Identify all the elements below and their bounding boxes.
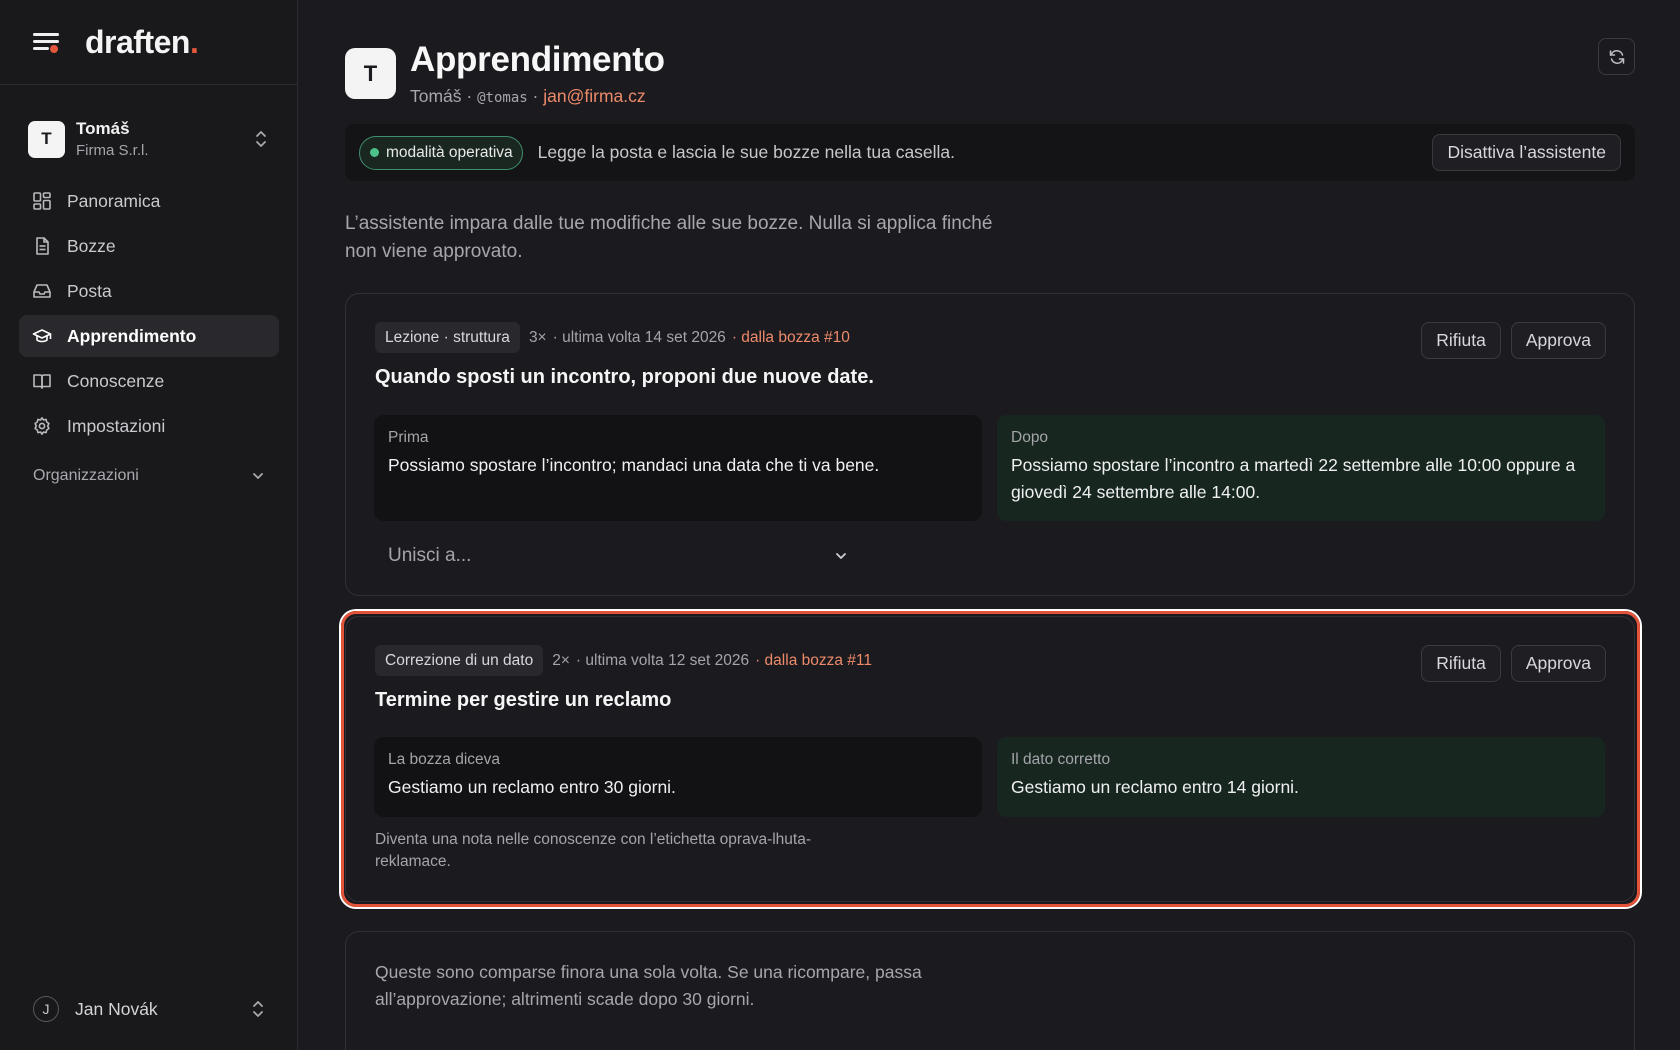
document-icon — [36, 237, 49, 255]
reject-button[interactable]: Rifiuta — [1421, 322, 1501, 359]
page-subtitle: Tomáš · @tomas · jan@firma.cz — [410, 86, 646, 106]
before-panel: Prima Possiamo spostare l’incontro; mand… — [374, 415, 982, 521]
sidebar-item-label: Posta — [67, 280, 112, 301]
occurrence-count: 2× — [552, 651, 570, 669]
fact-title: Termine per gestire un reclamo — [375, 689, 672, 711]
chevron-down-icon — [253, 473, 263, 479]
sidebar-item-conoscenze[interactable]: Conoscenze — [19, 360, 279, 402]
account-name: Tomáš — [76, 119, 130, 138]
approve-button[interactable]: Approva — [1510, 322, 1606, 359]
main-content: T Apprendimento Tomáš · @tomas · jan@fir… — [341, 0, 1640, 1050]
chevron-up-down-icon — [253, 1001, 263, 1017]
draft-said-label: La bozza diceva — [388, 751, 501, 768]
lesson-title: Quando sposti un incontro, proponi due n… — [375, 366, 874, 388]
card-actions: Rifiuta Approva — [1411, 322, 1606, 359]
fact-correction-card: Correzione di un dato 2× · ultima volta … — [341, 611, 1640, 907]
gear-icon — [34, 417, 50, 435]
source-draft-link[interactable]: · dalla bozza #11 — [755, 652, 872, 670]
before-text: Possiamo spostare l’incontro; mandaci un… — [388, 455, 880, 475]
after-label: Dopo — [1011, 429, 1049, 446]
last-seen: · ultima volta 12 set 2026 — [575, 651, 750, 669]
assistant-status-bar: modalità operativa Legge la posta e lasc… — [345, 124, 1635, 181]
after-panel: Dopo Possiamo spostare l’incontro a mart… — [997, 415, 1605, 521]
user-name: Jan Novák — [75, 998, 158, 1019]
sidebar: draften. T Tomáš Firma S.r.l. Panoramica… — [0, 0, 298, 1050]
knowledge-note-text: Diventa una nota nelle conoscenze con l’… — [375, 831, 811, 870]
organizations-label: Organizzazioni — [33, 467, 139, 484]
profile-handle: @tomas — [477, 90, 528, 106]
card-actions: Rifiuta Approva — [1411, 645, 1606, 682]
book-icon — [33, 374, 51, 389]
account-switcher[interactable]: T Tomáš Firma S.r.l. — [28, 117, 274, 161]
profile-email-link[interactable]: jan@firma.cz — [543, 86, 645, 106]
lesson-type-tag: Lezione · struttura — [375, 322, 520, 353]
inbox-icon — [33, 284, 51, 298]
disable-assistant-button[interactable]: Disattiva l’assistente — [1432, 134, 1621, 171]
sidebar-item-posta[interactable]: Posta — [19, 270, 279, 312]
brand-row: draften. — [0, 0, 297, 85]
account-org: Firma S.r.l. — [76, 142, 149, 159]
dashboard-icon — [33, 192, 51, 210]
sidebar-item-bozze[interactable]: Bozze — [19, 225, 279, 267]
sidebar-item-impostazioni[interactable]: Impostazioni — [19, 405, 279, 447]
sidebar-item-panoramica[interactable]: Panoramica — [19, 180, 279, 222]
corrected-fact-panel: Il dato corretto Gestiamo un reclamo ent… — [997, 737, 1605, 817]
pending-lessons-card: Queste sono comparse finora una sola vol… — [345, 931, 1635, 1050]
refresh-button[interactable] — [1598, 38, 1635, 75]
page-header: T Apprendimento Tomáš · @tomas · jan@fir… — [345, 40, 665, 107]
sidebar-item-label: Impostazioni — [67, 415, 166, 436]
graduation-cap-icon — [32, 329, 52, 343]
occurrence-count: 3× — [528, 328, 547, 346]
user-avatar: J — [33, 996, 59, 1022]
sidebar-item-apprendimento[interactable]: Apprendimento — [19, 315, 279, 357]
sidebar-nav: Panoramica Bozze Posta Apprendimento Con… — [19, 180, 279, 450]
last-seen: · ultima volta 14 set 2026 — [552, 328, 726, 346]
chevron-down-icon — [836, 553, 846, 559]
after-text: Possiamo spostare l’incontro a martedì 2… — [1011, 455, 1576, 502]
status-text: Legge la posta e lascia le sue bozze nel… — [537, 142, 956, 162]
source-draft-link[interactable]: · dalla bozza #10 — [732, 329, 850, 347]
draft-said-panel: La bozza diceva Gestiamo un reclamo entr… — [374, 737, 982, 817]
corrected-fact-label: Il dato corretto — [1011, 751, 1111, 768]
mode-label: modalità operativa — [386, 143, 513, 161]
approve-button[interactable]: Approva — [1510, 645, 1606, 682]
merge-into-select[interactable]: Unisci a... — [374, 536, 862, 576]
reject-button[interactable]: Rifiuta — [1421, 645, 1501, 682]
refresh-icon — [1609, 49, 1624, 64]
sidebar-item-label: Bozze — [67, 235, 116, 256]
pending-description: Queste sono comparse finora una sola vol… — [375, 962, 922, 1009]
card-meta: Correzione di un dato 2× · ultima volta … — [375, 645, 872, 676]
profile-avatar: T — [345, 48, 396, 99]
logo[interactable]: draften. — [85, 24, 199, 61]
lesson-card: Lezione · struttura 3× · ultima volta 14… — [345, 293, 1635, 596]
profile-name: Tomáš — [410, 86, 462, 106]
before-label: Prima — [388, 429, 429, 446]
page-title: Apprendimento — [410, 40, 665, 79]
card-meta: Lezione · struttura 3× · ultima volta 14… — [375, 322, 850, 353]
status-dot — [370, 148, 379, 157]
user-menu[interactable]: J Jan Novák — [33, 996, 265, 1022]
sidebar-item-label: Conoscenze — [67, 370, 165, 391]
organizations-section-toggle[interactable]: Organizzazioni — [33, 467, 265, 485]
sidebar-item-label: Apprendimento — [67, 325, 197, 346]
lesson-type-tag: Correzione di un dato — [375, 645, 544, 676]
intro-text: L’assistente impara dalle tue modifiche … — [345, 213, 993, 262]
merge-placeholder: Unisci a... — [388, 545, 472, 566]
chevron-up-down-icon — [256, 131, 266, 147]
menu-icon[interactable] — [33, 31, 59, 53]
draft-said-text: Gestiamo un reclamo entro 30 giorni. — [388, 777, 676, 797]
account-avatar: T — [28, 120, 65, 158]
sidebar-item-label: Panoramica — [67, 190, 161, 211]
corrected-fact-text: Gestiamo un reclamo entro 14 giorni. — [1011, 777, 1299, 797]
mode-badge: modalità operativa — [359, 135, 523, 170]
